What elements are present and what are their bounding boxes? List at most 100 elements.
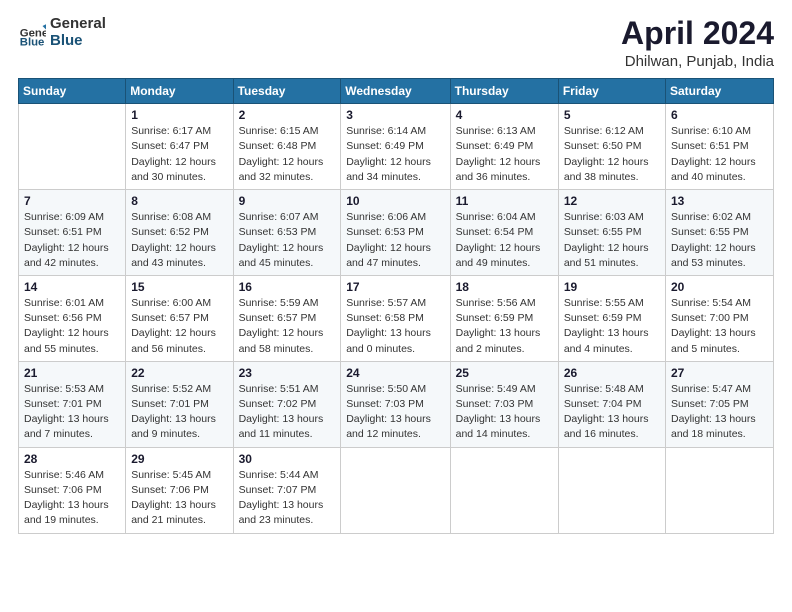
day-info: Sunrise: 6:10 AM Sunset: 6:51 PM Dayligh… xyxy=(671,124,768,185)
table-row xyxy=(341,447,450,533)
day-info: Sunrise: 5:56 AM Sunset: 6:59 PM Dayligh… xyxy=(456,296,553,357)
day-info: Sunrise: 5:45 AM Sunset: 7:06 PM Dayligh… xyxy=(131,468,227,529)
day-number: 26 xyxy=(564,366,660,380)
day-number: 16 xyxy=(239,280,336,294)
sub-title: Dhilwan, Punjab, India xyxy=(621,53,774,70)
col-tuesday: Tuesday xyxy=(233,79,341,104)
table-row: 2 Sunrise: 6:15 AM Sunset: 6:48 PM Daylig… xyxy=(233,104,341,190)
day-info: Sunrise: 5:59 AM Sunset: 6:57 PM Dayligh… xyxy=(239,296,336,357)
day-number: 12 xyxy=(564,194,660,208)
day-info: Sunrise: 6:08 AM Sunset: 6:52 PM Dayligh… xyxy=(131,210,227,271)
table-row: 10Sunrise: 6:06 AM Sunset: 6:53 PM Dayli… xyxy=(341,190,450,276)
col-thursday: Thursday xyxy=(450,79,558,104)
calendar-week-row: 1 Sunrise: 6:17 AM Sunset: 6:47 PM Daylig… xyxy=(19,104,774,190)
table-row: 26 Sunrise: 5:48 AM Sunset: 7:04 PM Dayli… xyxy=(558,361,665,447)
table-row: 6 Sunrise: 6:10 AM Sunset: 6:51 PM Daylig… xyxy=(666,104,774,190)
day-number: 24 xyxy=(346,366,444,380)
day-number: 10 xyxy=(346,194,444,208)
table-row: 22 Sunrise: 5:52 AM Sunset: 7:01 PM Dayli… xyxy=(126,361,233,447)
col-saturday: Saturday xyxy=(666,79,774,104)
table-row: 8Sunrise: 6:08 AM Sunset: 6:52 PM Daylig… xyxy=(126,190,233,276)
header: General Blue General Blue April 2024 Dhi… xyxy=(18,16,774,70)
table-row xyxy=(19,104,126,190)
day-number: 29 xyxy=(131,452,227,466)
day-number: 7 xyxy=(24,194,120,208)
day-number: 14 xyxy=(24,280,120,294)
table-row xyxy=(558,447,665,533)
day-number: 17 xyxy=(346,280,444,294)
table-row: 14Sunrise: 6:01 AM Sunset: 6:56 PM Dayli… xyxy=(19,275,126,361)
calendar-week-row: 14Sunrise: 6:01 AM Sunset: 6:56 PM Dayli… xyxy=(19,275,774,361)
table-row: 3 Sunrise: 6:14 AM Sunset: 6:49 PM Daylig… xyxy=(341,104,450,190)
day-info: Sunrise: 6:13 AM Sunset: 6:49 PM Dayligh… xyxy=(456,124,553,185)
table-row: 1 Sunrise: 6:17 AM Sunset: 6:47 PM Daylig… xyxy=(126,104,233,190)
table-row: 20 Sunrise: 5:54 AM Sunset: 7:00 PM Dayli… xyxy=(666,275,774,361)
table-row: 17 Sunrise: 5:57 AM Sunset: 6:58 PM Dayli… xyxy=(341,275,450,361)
day-info: Sunrise: 6:00 AM Sunset: 6:57 PM Dayligh… xyxy=(131,296,227,357)
calendar: Sunday Monday Tuesday Wednesday Thursday… xyxy=(18,78,774,533)
day-info: Sunrise: 6:17 AM Sunset: 6:47 PM Dayligh… xyxy=(131,124,227,185)
table-row: 29 Sunrise: 5:45 AM Sunset: 7:06 PM Dayli… xyxy=(126,447,233,533)
calendar-header-row: Sunday Monday Tuesday Wednesday Thursday… xyxy=(19,79,774,104)
col-monday: Monday xyxy=(126,79,233,104)
table-row: 4 Sunrise: 6:13 AM Sunset: 6:49 PM Daylig… xyxy=(450,104,558,190)
day-number: 9 xyxy=(239,194,336,208)
logo-blue: Blue xyxy=(50,33,106,50)
day-info: Sunrise: 6:02 AM Sunset: 6:55 PM Dayligh… xyxy=(671,210,768,271)
day-info: Sunrise: 5:46 AM Sunset: 7:06 PM Dayligh… xyxy=(24,468,120,529)
table-row: 12 Sunrise: 6:03 AM Sunset: 6:55 PM Dayli… xyxy=(558,190,665,276)
day-number: 27 xyxy=(671,366,768,380)
day-info: Sunrise: 6:12 AM Sunset: 6:50 PM Dayligh… xyxy=(564,124,660,185)
day-info: Sunrise: 5:48 AM Sunset: 7:04 PM Dayligh… xyxy=(564,382,660,443)
day-info: Sunrise: 6:07 AM Sunset: 6:53 PM Dayligh… xyxy=(239,210,336,271)
day-info: Sunrise: 5:54 AM Sunset: 7:00 PM Dayligh… xyxy=(671,296,768,357)
day-info: Sunrise: 5:57 AM Sunset: 6:58 PM Dayligh… xyxy=(346,296,444,357)
table-row: 28 Sunrise: 5:46 AM Sunset: 7:06 PM Dayli… xyxy=(19,447,126,533)
col-friday: Friday xyxy=(558,79,665,104)
table-row: 18 Sunrise: 5:56 AM Sunset: 6:59 PM Dayli… xyxy=(450,275,558,361)
day-number: 3 xyxy=(346,108,444,122)
svg-text:Blue: Blue xyxy=(20,36,45,47)
day-number: 4 xyxy=(456,108,553,122)
day-info: Sunrise: 5:52 AM Sunset: 7:01 PM Dayligh… xyxy=(131,382,227,443)
table-row: 16 Sunrise: 5:59 AM Sunset: 6:57 PM Dayli… xyxy=(233,275,341,361)
day-info: Sunrise: 6:03 AM Sunset: 6:55 PM Dayligh… xyxy=(564,210,660,271)
table-row: 25Sunrise: 5:49 AM Sunset: 7:03 PM Dayli… xyxy=(450,361,558,447)
day-info: Sunrise: 6:14 AM Sunset: 6:49 PM Dayligh… xyxy=(346,124,444,185)
logo-general: General xyxy=(50,16,106,33)
table-row: 11 Sunrise: 6:04 AM Sunset: 6:54 PM Dayli… xyxy=(450,190,558,276)
title-block: April 2024 Dhilwan, Punjab, India xyxy=(621,16,774,70)
day-info: Sunrise: 6:15 AM Sunset: 6:48 PM Dayligh… xyxy=(239,124,336,185)
table-row: 7 Sunrise: 6:09 AM Sunset: 6:51 PM Daylig… xyxy=(19,190,126,276)
day-number: 19 xyxy=(564,280,660,294)
table-row: 21Sunrise: 5:53 AM Sunset: 7:01 PM Dayli… xyxy=(19,361,126,447)
page: General Blue General Blue April 2024 Dhi… xyxy=(0,0,792,612)
day-number: 28 xyxy=(24,452,120,466)
day-number: 6 xyxy=(671,108,768,122)
day-info: Sunrise: 6:09 AM Sunset: 6:51 PM Dayligh… xyxy=(24,210,120,271)
calendar-week-row: 21Sunrise: 5:53 AM Sunset: 7:01 PM Dayli… xyxy=(19,361,774,447)
table-row xyxy=(450,447,558,533)
table-row: 27 Sunrise: 5:47 AM Sunset: 7:05 PM Dayli… xyxy=(666,361,774,447)
day-number: 1 xyxy=(131,108,227,122)
table-row: 15Sunrise: 6:00 AM Sunset: 6:57 PM Dayli… xyxy=(126,275,233,361)
day-number: 22 xyxy=(131,366,227,380)
day-number: 18 xyxy=(456,280,553,294)
day-info: Sunrise: 5:51 AM Sunset: 7:02 PM Dayligh… xyxy=(239,382,336,443)
day-number: 2 xyxy=(239,108,336,122)
calendar-week-row: 28 Sunrise: 5:46 AM Sunset: 7:06 PM Dayli… xyxy=(19,447,774,533)
table-row: 5Sunrise: 6:12 AM Sunset: 6:50 PM Daylig… xyxy=(558,104,665,190)
calendar-week-row: 7 Sunrise: 6:09 AM Sunset: 6:51 PM Daylig… xyxy=(19,190,774,276)
day-info: Sunrise: 5:47 AM Sunset: 7:05 PM Dayligh… xyxy=(671,382,768,443)
logo: General Blue General Blue xyxy=(18,16,106,49)
table-row: 13Sunrise: 6:02 AM Sunset: 6:55 PM Dayli… xyxy=(666,190,774,276)
day-number: 23 xyxy=(239,366,336,380)
day-number: 20 xyxy=(671,280,768,294)
table-row: 19Sunrise: 5:55 AM Sunset: 6:59 PM Dayli… xyxy=(558,275,665,361)
day-info: Sunrise: 5:44 AM Sunset: 7:07 PM Dayligh… xyxy=(239,468,336,529)
main-title: April 2024 xyxy=(621,16,774,51)
day-info: Sunrise: 5:50 AM Sunset: 7:03 PM Dayligh… xyxy=(346,382,444,443)
day-number: 25 xyxy=(456,366,553,380)
day-info: Sunrise: 6:04 AM Sunset: 6:54 PM Dayligh… xyxy=(456,210,553,271)
day-number: 11 xyxy=(456,194,553,208)
